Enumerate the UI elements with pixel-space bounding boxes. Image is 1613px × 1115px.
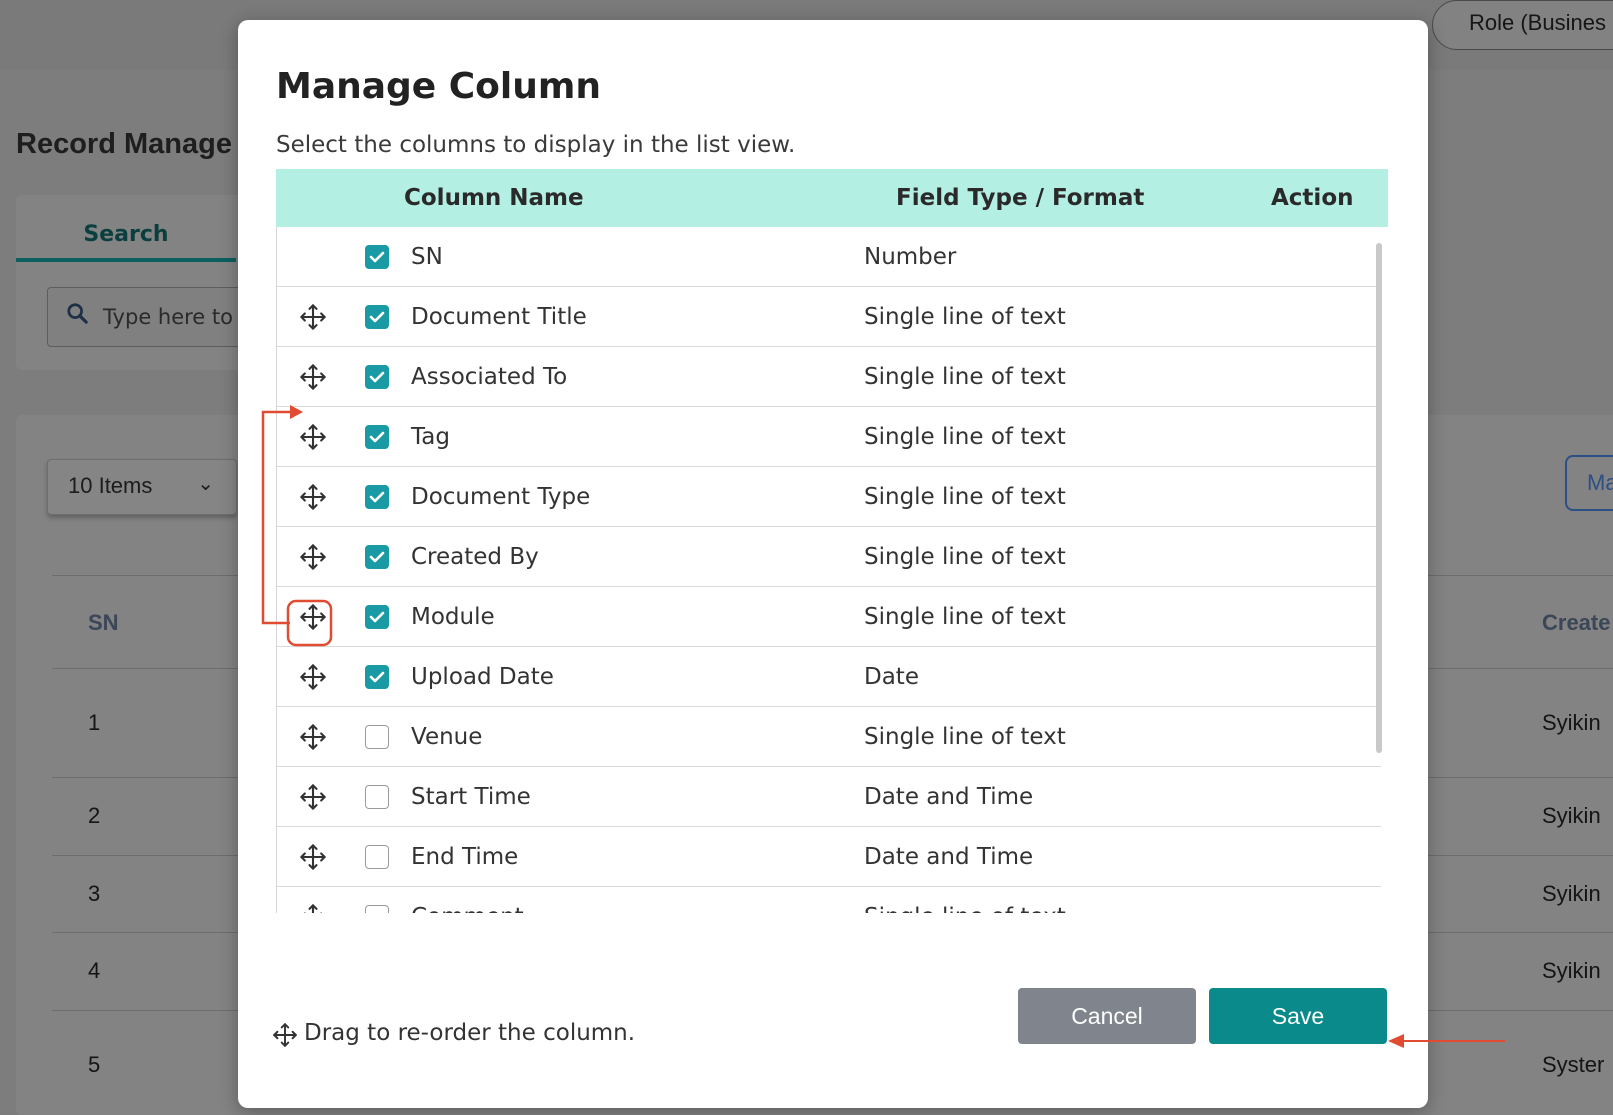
move-icon[interactable] [299,303,327,331]
column-row[interactable]: Upload Date Date [277,647,1381,707]
role-selector[interactable]: Role (Busines [1432,0,1613,50]
move-icon[interactable] [299,843,327,871]
field-type: Single line of text [864,724,1066,750]
column-name: Comment [411,887,524,913]
dialog-title: Manage Column [276,66,602,107]
search-icon [67,303,88,324]
table-scrollbar[interactable] [1376,243,1382,753]
field-type: Single line of text [864,304,1066,330]
column-table: Column Name Field Type / Format Action S… [276,169,1388,913]
column-row[interactable]: End Time Date and Time [277,827,1381,887]
move-icon[interactable] [299,483,327,511]
search-input[interactable]: Type here to [47,287,267,347]
column-checkbox[interactable] [365,485,389,509]
table-cell-sn: 3 [88,881,101,906]
field-type: Single line of text [864,364,1066,390]
move-icon[interactable] [299,723,327,751]
move-icon[interactable] [299,903,327,913]
move-icon[interactable] [299,543,327,571]
column-checkbox[interactable] [365,905,389,913]
move-icon[interactable] [299,423,327,451]
column-checkbox[interactable] [365,365,389,389]
hint-text: Drag to re-order the column. [304,1020,636,1046]
column-checkbox[interactable] [365,425,389,449]
column-checkbox[interactable] [365,725,389,749]
move-icon [273,1023,297,1047]
table-cell-created: Syikin [1542,958,1601,983]
column-checkbox[interactable] [365,545,389,569]
chevron-down-icon: ⌄ [197,473,214,495]
table-cell-sn: 2 [88,803,101,828]
header-column-name: Column Name [404,185,584,211]
column-checkbox[interactable] [365,605,389,629]
field-type: Single line of text [864,544,1066,570]
table-cell-created: Syikin [1542,803,1601,828]
table-header: Column Name Field Type / Format Action [276,169,1388,227]
table-cell-created: Syikin [1542,710,1601,735]
column-name: End Time [411,844,519,870]
column-row[interactable]: Start Time Date and Time [277,767,1381,827]
table-cell-created: Syikin [1542,881,1601,906]
field-type: Single line of text [864,484,1066,510]
items-per-page-value: 10 Items [68,473,153,498]
save-button[interactable]: Save [1209,988,1387,1044]
move-icon[interactable] [299,363,327,391]
move-icon[interactable] [299,603,327,631]
column-name: Created By [411,544,539,570]
column-row[interactable]: Associated To Single line of text [277,347,1381,407]
table-header-sn: SN [88,610,119,635]
field-type: Single line of text [864,424,1066,450]
column-row[interactable]: Created By Single line of text [277,527,1381,587]
search-placeholder: Type here to [103,305,233,329]
column-name: Document Type [411,484,591,510]
table-cell-sn: 4 [88,958,101,983]
header-action: Action [1271,185,1354,211]
column-checkbox[interactable] [365,305,389,329]
column-row[interactable]: Venue Single line of text [277,707,1381,767]
column-name: Start Time [411,784,531,810]
cancel-button[interactable]: Cancel [1018,988,1196,1044]
items-per-page-select[interactable]: 10 Items ⌄ [47,459,237,515]
move-icon[interactable] [299,663,327,691]
column-row[interactable]: Comment Single line of text [277,887,1381,913]
table-body[interactable]: SN Number Document Title Single line of tex… [276,227,1381,913]
column-row[interactable]: SN Number [277,227,1381,287]
table-cell-created: Syster [1542,1052,1605,1077]
manage-column-dialog: Manage Column Select the columns to disp… [238,20,1428,1108]
table-header-created: Create [1542,610,1611,635]
column-checkbox[interactable] [365,845,389,869]
dialog-subtitle: Select the columns to display in the lis… [276,132,796,158]
column-name: Tag [411,424,450,450]
field-type: Date and Time [864,844,1034,870]
field-type: Single line of text [864,887,1066,913]
field-type: Date and Time [864,784,1034,810]
table-cell-sn: 1 [88,710,101,735]
column-row[interactable]: Document Title Single line of text [277,287,1381,347]
column-checkbox[interactable] [365,785,389,809]
field-type: Single line of text [864,604,1066,630]
move-icon[interactable] [299,783,327,811]
column-name: Module [411,604,495,630]
table-cell-sn: 5 [88,1052,101,1077]
field-type: Number [864,244,957,270]
column-row[interactable]: Tag Single line of text [277,407,1381,467]
page-title: Record Manage [16,128,232,160]
field-type: Date [864,664,919,690]
column-row[interactable]: Module Single line of text [277,587,1381,647]
column-name: Upload Date [411,664,554,690]
column-row[interactable]: Document Type Single line of text [277,467,1381,527]
column-checkbox[interactable] [365,665,389,689]
tab-search[interactable]: Search [16,210,236,262]
header-field-type: Field Type / Format [896,185,1145,211]
column-name: Venue [411,724,483,750]
manage-column-button[interactable]: Ma [1565,455,1613,511]
column-name: Document Title [411,304,587,330]
column-checkbox[interactable] [365,245,389,269]
column-name: Associated To [411,364,568,390]
column-name: SN [411,244,443,270]
